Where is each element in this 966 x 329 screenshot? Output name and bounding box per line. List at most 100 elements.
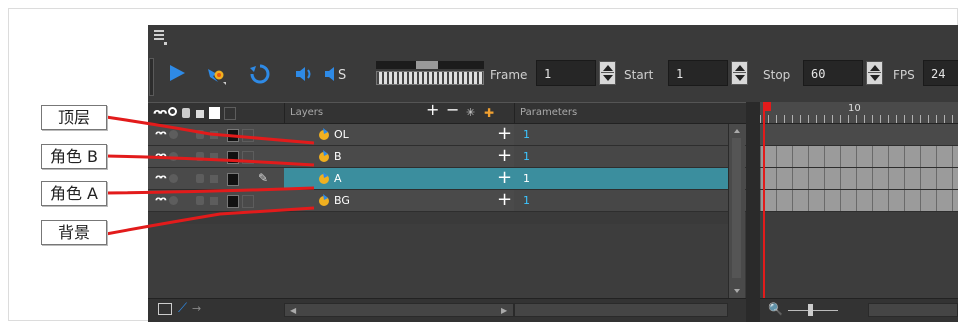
timeline-bottom-bar: 🔍 <box>760 298 958 322</box>
parameters-column-label: Parameters <box>520 107 578 118</box>
show-icon[interactable]: ᴖᴖ <box>155 129 167 140</box>
layer-name-cell[interactable]: B + <box>284 145 514 167</box>
loop-icon[interactable] <box>249 63 271 85</box>
camera-icon[interactable] <box>158 303 172 315</box>
callout-character-b: 角色 B <box>41 144 107 169</box>
enable-icon[interactable] <box>169 152 178 161</box>
layer-colour-swatch[interactable] <box>227 173 239 186</box>
scrollbar-thumb[interactable] <box>732 138 741 278</box>
sound-scrubbing-icon[interactable]: S <box>323 65 353 83</box>
parameter-cell[interactable]: 1 <box>514 146 728 167</box>
show-all-icon[interactable]: ᴖᴖ <box>153 107 167 119</box>
layer-box-icon[interactable] <box>242 195 254 208</box>
show-icon[interactable]: ᴖᴖ <box>155 173 167 184</box>
parameter-value: 1 <box>523 128 530 141</box>
layers-horizontal-scrollbar[interactable]: ◀ <box>284 303 514 317</box>
timeline-panel[interactable]: 10 🔍 <box>760 102 958 322</box>
layer-row-a[interactable]: ᴖᴖ ✎ A + 1 <box>148 167 748 190</box>
ruler-frame-number: 10 <box>848 103 861 114</box>
layer-name-cell[interactable]: OL + <box>284 123 514 145</box>
timeline-view: S Frame 1 Start 1 Stop 60 FPS 24 ᴖᴖ Laye… <box>148 25 958 322</box>
enable-icon[interactable] <box>169 130 178 139</box>
add-peg-icon[interactable]: ✳ <box>466 107 475 119</box>
parameter-cell[interactable]: 1 <box>514 124 728 145</box>
layer-controls: ᴖᴖ <box>148 124 284 145</box>
layer-name-cell[interactable]: A + <box>284 167 514 189</box>
frame-field[interactable]: 1 <box>536 60 596 86</box>
remove-layer-icon[interactable]: − <box>446 102 459 118</box>
timeline-row-a[interactable] <box>760 168 958 190</box>
layer-box-icon[interactable] <box>242 129 254 142</box>
enable-icon[interactable] <box>169 196 178 205</box>
fps-field[interactable]: 24 <box>923 60 958 86</box>
timeline-row-bg[interactable] <box>760 190 958 212</box>
timeline-row-b[interactable] <box>760 146 958 168</box>
animation-mode-icon[interactable] <box>196 196 204 205</box>
layer-list-empty-area[interactable] <box>148 224 728 298</box>
menu-icon[interactable] <box>154 30 167 45</box>
onion-skin-icon[interactable] <box>206 65 226 85</box>
enable-icon[interactable] <box>169 174 178 183</box>
lock-icon[interactable] <box>210 153 218 161</box>
parameters-horizontal-scrollbar[interactable]: ▶ <box>501 303 728 317</box>
add-layer-icon[interactable]: + <box>426 102 439 118</box>
timeline-row-ol[interactable] <box>760 124 958 146</box>
playhead[interactable] <box>763 102 771 298</box>
drawing-layer-icon <box>319 150 329 162</box>
layer-controls: ᴖᴖ ✎ <box>148 168 284 189</box>
animation-mode-icon[interactable] <box>196 152 204 161</box>
add-keyframe-icon[interactable]: + <box>497 189 512 210</box>
box-all-icon[interactable] <box>224 107 236 120</box>
link-icon[interactable]: ⟋ <box>178 301 187 316</box>
lock-icon[interactable] <box>210 131 218 139</box>
stop-field[interactable]: 60 <box>803 60 863 86</box>
show-icon[interactable]: ᴖᴖ <box>155 195 167 206</box>
play-icon[interactable] <box>170 65 185 81</box>
frame-ruler[interactable]: 10 <box>760 102 958 124</box>
timeline-horizontal-scrollbar[interactable] <box>868 303 958 317</box>
lock-all-icon[interactable] <box>196 110 204 118</box>
layer-row-b[interactable]: ᴖᴖ B + 1 <box>148 145 748 168</box>
sound-icon[interactable] <box>294 65 314 83</box>
lock-icon[interactable] <box>210 175 218 183</box>
zoom-slider[interactable] <box>788 310 838 311</box>
layer-box-icon[interactable] <box>242 151 254 164</box>
frame-stepper[interactable] <box>599 61 616 85</box>
start-field[interactable]: 1 <box>668 60 728 86</box>
layer-colour-swatch[interactable] <box>227 195 239 208</box>
layer-name: B <box>334 150 342 163</box>
layers-vertical-scrollbar[interactable] <box>728 124 745 298</box>
toolbar-handle[interactable] <box>149 58 154 96</box>
pencil-icon[interactable]: ✎ <box>258 171 268 185</box>
add-keyframe-icon[interactable]: + <box>497 167 512 188</box>
animation-mode-icon[interactable] <box>196 130 204 139</box>
start-stepper[interactable] <box>731 61 748 85</box>
layer-row-ol[interactable]: ᴖᴖ OL + 1 <box>148 123 748 146</box>
animation-mode-icon[interactable] <box>182 108 190 118</box>
add-keyframe-icon[interactable]: + <box>497 123 512 144</box>
parameter-cell[interactable]: 1 <box>514 168 728 189</box>
add-drawing-icon[interactable]: ✚ <box>484 107 494 119</box>
parameter-cell[interactable]: 1 <box>514 190 728 211</box>
zoom-slider-knob[interactable] <box>808 304 813 316</box>
callout-background: 背景 <box>41 220 107 245</box>
start-label: Start <box>624 68 654 82</box>
speed-slider-knob[interactable] <box>416 61 438 69</box>
frame-label: Frame <box>490 68 528 82</box>
layer-colour-swatch[interactable] <box>227 129 239 142</box>
colour-all-icon[interactable] <box>209 107 220 119</box>
zoom-icon[interactable]: 🔍 <box>768 302 783 316</box>
layer-row-bg[interactable]: ᴖᴖ BG + 1 <box>148 189 748 212</box>
layer-name-cell[interactable]: BG + <box>284 189 514 211</box>
layer-colour-swatch[interactable] <box>227 151 239 164</box>
animation-mode-icon[interactable] <box>196 174 204 183</box>
enable-all-icon[interactable] <box>168 107 177 116</box>
show-icon[interactable]: ᴖᴖ <box>155 151 167 162</box>
arrow-right-icon[interactable]: → <box>192 302 201 315</box>
panel-divider[interactable] <box>746 102 760 322</box>
stop-stepper[interactable] <box>866 61 883 85</box>
lock-icon[interactable] <box>210 197 218 205</box>
drawing-layer-icon <box>319 128 329 140</box>
add-keyframe-icon[interactable]: + <box>497 145 512 166</box>
playback-speed-slider[interactable] <box>376 61 484 85</box>
